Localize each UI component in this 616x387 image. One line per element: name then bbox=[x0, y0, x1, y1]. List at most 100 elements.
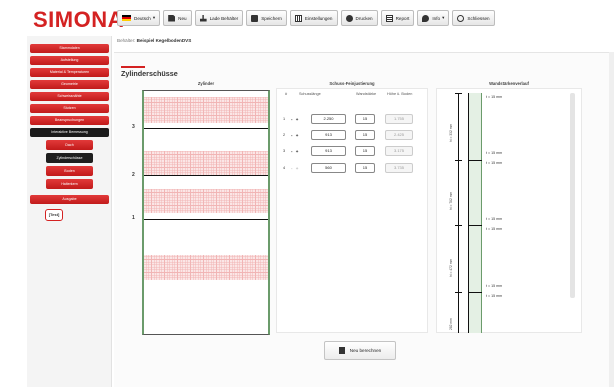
height-value: 1.755 bbox=[385, 114, 413, 124]
length-input[interactable]: 560 bbox=[311, 163, 346, 173]
breadcrumb-prefix: Behälter: bbox=[117, 38, 136, 43]
length-stepper[interactable]: - + bbox=[291, 166, 311, 171]
thickness-label: t = 15 mm bbox=[486, 284, 503, 288]
shell-hatch bbox=[144, 97, 268, 123]
length-stepper[interactable]: - + bbox=[291, 117, 311, 122]
settings-button-label: Einstellungen bbox=[304, 15, 333, 21]
close-button-label: Schliessen bbox=[467, 15, 490, 21]
thickness-label: t = 15 mm bbox=[486, 227, 503, 231]
shell-hatch bbox=[144, 189, 268, 213]
print-button[interactable]: Drucken bbox=[340, 10, 378, 26]
settings-button[interactable]: Einstellungen bbox=[289, 10, 338, 26]
length-input[interactable]: 2.250 bbox=[311, 114, 346, 124]
shell-number: 1 bbox=[132, 215, 135, 221]
title-accent bbox=[121, 66, 145, 68]
report-button[interactable]: Report bbox=[380, 10, 415, 26]
height-value: 3.735 bbox=[385, 163, 413, 173]
load-container-button[interactable]: Lade Behälter bbox=[194, 10, 244, 26]
chevron-down-icon: ▾ bbox=[152, 15, 156, 20]
settings-icon bbox=[294, 14, 302, 22]
sidebar-nav: Stammdaten Aufstellung Material & Temper… bbox=[27, 44, 112, 221]
page-scrollbar[interactable] bbox=[609, 52, 614, 387]
save-button[interactable]: Speichern bbox=[246, 10, 287, 26]
sidebar-item-interaktive-bemessung[interactable]: Interaktive Bemessung bbox=[30, 128, 109, 137]
dimension-label: hi = 332 mm bbox=[449, 123, 453, 142]
thickness-input[interactable]: 15 bbox=[355, 130, 375, 140]
breadcrumb-container-name: Beispiel KegelbodenDVS bbox=[136, 38, 192, 43]
wall-section-boundary bbox=[468, 292, 482, 294]
simona-logo: SIMONA bbox=[33, 7, 124, 32]
dimension-tick bbox=[455, 292, 462, 293]
report-button-label: Report bbox=[395, 15, 410, 21]
col-header-thickness: Wandstärke bbox=[356, 92, 377, 96]
new-button[interactable]: Neu bbox=[163, 10, 192, 26]
thickness-input[interactable]: 15 bbox=[355, 114, 375, 124]
save-button-label: Speichern bbox=[261, 15, 282, 21]
sidebar-item-stammdaten[interactable]: Stammdaten bbox=[30, 44, 109, 53]
recalculate-button[interactable]: Neu berechnen bbox=[324, 341, 396, 360]
sidebar-subitem-dach[interactable]: Dach bbox=[46, 140, 93, 150]
length-stepper[interactable]: - + bbox=[291, 133, 311, 138]
length-input[interactable]: 913 bbox=[311, 146, 346, 156]
wall-strip bbox=[468, 93, 482, 333]
dimension-label: hi = 472 mm bbox=[449, 258, 453, 277]
row-number: 1 bbox=[283, 117, 286, 121]
shell-number: 2 bbox=[132, 172, 135, 178]
recalculate-label: Neu berechnen bbox=[349, 348, 382, 353]
sidebar-item-geometrie[interactable]: Geometrie bbox=[30, 80, 109, 89]
wall-section-boundary bbox=[468, 160, 482, 162]
dimension-tick bbox=[455, 93, 462, 94]
sidebar-subitem-boden[interactable]: Boden bbox=[46, 166, 93, 176]
breadcrumb: Behälter: Beispiel KegelbodenDVS bbox=[117, 38, 191, 43]
load-icon bbox=[199, 14, 207, 22]
dimension-line bbox=[458, 93, 459, 333]
german-flag-icon bbox=[122, 15, 131, 21]
sidebar-item-beanspruchungen[interactable]: Beanspruchungen bbox=[30, 116, 109, 125]
app-window: SIMONA Deutsch ▾ Neu Lade Behälter Speic… bbox=[0, 0, 616, 387]
sidebar-subitem-halterkern[interactable]: Halterkern bbox=[46, 179, 93, 189]
fine-adjust-heading: Schuss-Feinjustierung bbox=[329, 81, 375, 86]
table-row: 2 - + 913 15 2.425 bbox=[283, 130, 413, 140]
new-document-icon bbox=[168, 14, 176, 22]
close-app-button[interactable]: Schliessen bbox=[452, 10, 495, 26]
toolbar: Deutsch ▾ Neu Lade Behälter Speichern Ei… bbox=[117, 10, 495, 26]
shell-hatch bbox=[144, 255, 268, 280]
thickness-input[interactable]: 15 bbox=[355, 163, 375, 173]
shell-boundary bbox=[144, 128, 268, 130]
length-input[interactable]: 913 bbox=[311, 130, 346, 140]
print-icon bbox=[345, 14, 353, 22]
wall-profile-scrollbar[interactable] bbox=[570, 93, 575, 298]
print-button-label: Drucken bbox=[355, 15, 373, 21]
table-row: 4 - + 560 15 3.735 bbox=[283, 163, 413, 173]
sidebar-subitem-zylinderschuesse[interactable]: Zylinderschüsse bbox=[46, 153, 93, 163]
info-button[interactable]: Info ▾ bbox=[417, 10, 450, 26]
thickness-label: t = 15 mm bbox=[486, 95, 503, 99]
language-select[interactable]: Deutsch ▾ bbox=[117, 10, 161, 26]
report-icon bbox=[385, 14, 393, 22]
length-stepper[interactable]: - + bbox=[291, 149, 311, 154]
sidebar-item-material[interactable]: Material & Temperaturen bbox=[30, 68, 109, 77]
sidebar-item-schweissnaehte[interactable]: Schweissnähte bbox=[30, 92, 109, 101]
table-row: 1 - + 2.250 15 1.755 bbox=[283, 114, 413, 124]
row-number: 4 bbox=[283, 166, 286, 170]
test-button[interactable]: [Test] bbox=[45, 209, 63, 221]
fine-adjust-panel bbox=[276, 88, 428, 333]
calculator-icon bbox=[338, 347, 345, 354]
table-row: 3 - + 913 15 3.175 bbox=[283, 146, 413, 156]
thickness-input[interactable]: 15 bbox=[355, 146, 375, 156]
sidebar-item-stutzen[interactable]: Stutzen bbox=[30, 104, 109, 113]
load-button-label: Lade Behälter bbox=[209, 15, 239, 21]
shell-number: 3 bbox=[132, 124, 135, 130]
info-icon bbox=[422, 14, 430, 22]
info-button-label: Info bbox=[432, 15, 441, 21]
sidebar-item-ausgabe[interactable]: Ausgabe bbox=[30, 195, 109, 204]
wall-profile-heading: Wandstärkenverlauf bbox=[489, 81, 529, 86]
power-icon bbox=[457, 14, 465, 22]
language-label: Deutsch bbox=[134, 15, 151, 21]
thickness-label: t = 15 mm bbox=[486, 294, 503, 298]
cylinder-drawing bbox=[142, 90, 270, 335]
thickness-label: t = 15 mm bbox=[486, 161, 503, 165]
row-number: 2 bbox=[283, 133, 286, 137]
sidebar-item-aufstellung[interactable]: Aufstellung bbox=[30, 56, 109, 65]
sidebar: Stammdaten Aufstellung Material & Temper… bbox=[27, 36, 112, 387]
